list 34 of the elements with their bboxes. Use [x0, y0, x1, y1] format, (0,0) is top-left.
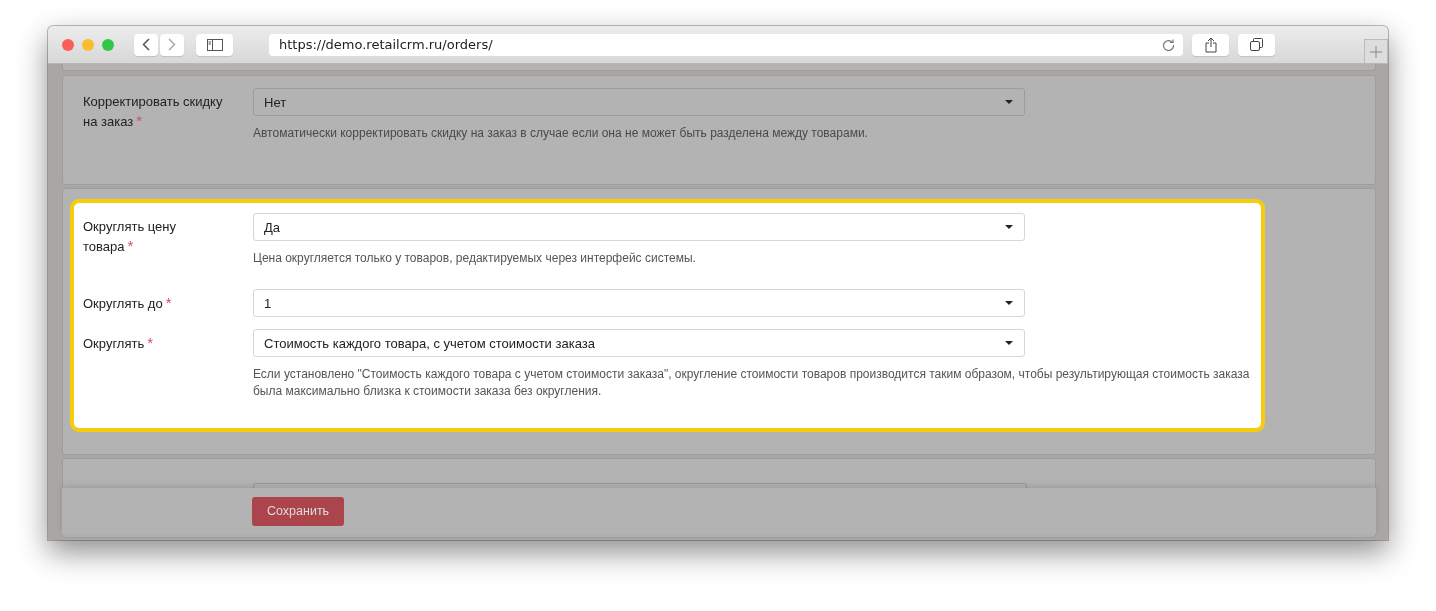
select-field[interactable]: 1 — [253, 289, 1025, 317]
field-label: Корректировать скидку на заказ * — [83, 93, 224, 131]
field-label: Округлять * — [83, 333, 155, 353]
caret-icon — [1005, 301, 1013, 305]
caret-icon — [1005, 225, 1013, 229]
select-field[interactable]: Да — [253, 213, 1025, 241]
sidebar-icon — [206, 38, 223, 51]
caret-icon — [1005, 100, 1013, 104]
back-button[interactable] — [134, 33, 158, 56]
tabs-button[interactable] — [1238, 33, 1275, 56]
save-button[interactable]: Сохранить — [252, 496, 345, 526]
close-icon[interactable] — [62, 38, 74, 51]
minimize-icon[interactable] — [82, 38, 94, 51]
maximize-icon[interactable] — [102, 38, 114, 51]
sidebar-button[interactable] — [196, 33, 233, 56]
caret-icon — [1005, 341, 1013, 345]
field-label: Округлять цену товара * — [83, 218, 177, 256]
reload-icon[interactable] — [1162, 38, 1175, 51]
field-label: Округлять до * — [83, 293, 173, 313]
address-bar[interactable]: https://demo.retailcrm.ru/orders/ — [269, 33, 1183, 56]
forward-button[interactable] — [160, 33, 184, 56]
help-text: Автоматически корректировать скидку на заказ в случае если она не может быть разделена между товарами. — [253, 125, 869, 142]
share-icon — [1204, 36, 1217, 53]
tabs-icon — [1250, 38, 1263, 51]
select-field[interactable]: Нет — [253, 88, 1025, 116]
plus-icon — [1370, 45, 1382, 58]
help-text: Если установлено "Стоимость каждого товара с учетом стоимости заказа", округление стоимости товаров производится таким образом, чтобы результирующая стоимость заказа была максимально близка к стоимости заказа без округления. — [253, 366, 1251, 400]
select-field[interactable]: Стоимость каждого товара, с учетом стоимости заказа — [253, 329, 1025, 357]
share-button[interactable] — [1192, 33, 1229, 56]
chevron-right-icon — [168, 38, 176, 51]
new-tab-button[interactable] — [1364, 39, 1388, 63]
url-text: https://demo.retailcrm.ru/orders/ — [279, 37, 493, 52]
chevron-left-icon — [142, 38, 150, 51]
help-text: Цена округляется только у товаров, редактируемых через интерфейс системы. — [253, 250, 697, 267]
